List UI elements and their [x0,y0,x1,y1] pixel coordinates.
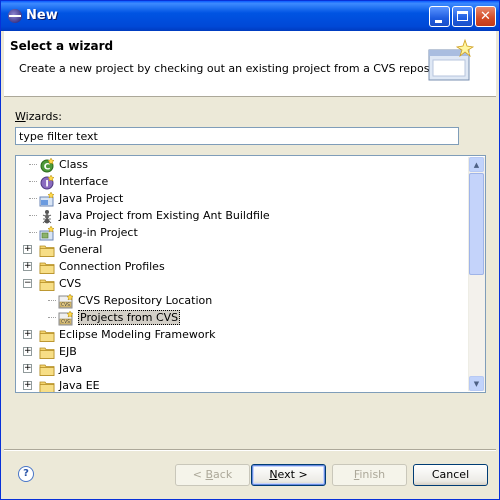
ant-icon [39,208,55,224]
expand-icon[interactable]: + [23,347,32,356]
tree-item[interactable]: Java Project [29,190,124,207]
scroll-up-button[interactable]: ▲ [469,157,484,172]
folder-icon [39,242,55,258]
maximize-button[interactable] [452,6,473,27]
expand-icon[interactable]: + [23,364,32,373]
tree-item-label: Plug-in Project [59,226,138,239]
filter-input[interactable] [15,127,459,145]
tree-item[interactable]: I Interface [29,173,109,190]
java-project-icon [39,190,55,207]
collapse-icon[interactable]: − [23,279,32,288]
tree-item[interactable]: + EJB [23,343,77,360]
scroll-down-button[interactable]: ▼ [469,376,484,391]
tree-item-label: Interface [59,175,109,188]
expand-icon[interactable]: + [23,262,32,271]
tree-item[interactable]: + Java EE [23,377,100,392]
tree-connector [29,198,37,199]
svg-text:I: I [45,179,48,189]
tree-item[interactable]: + Eclipse Modeling Framework [23,326,216,343]
tree-item-label: CVS Repository Location [78,294,213,307]
title-bar[interactable]: New ✕ [1,1,499,31]
minimize-button[interactable] [429,6,450,27]
tree-item[interactable]: + Java [23,360,83,377]
wizards-label: Wizards: [15,110,62,123]
folder-icon [39,378,55,392]
cvs-repository-icon: CVS [58,292,74,309]
tree-item-label: Projects from CVS [78,310,181,325]
cancel-button[interactable]: Cancel [413,464,488,486]
tree-item-label: Connection Profiles [59,260,165,273]
footer-divider [4,449,496,451]
next-button[interactable]: Next > [251,464,326,486]
folder-icon [39,344,55,360]
finish-button[interactable]: Finish [332,464,407,486]
tree-item-label: Java Project [59,192,124,205]
svg-text:C: C [44,162,51,172]
folder-icon [39,361,55,377]
svg-text:CVS: CVS [61,302,70,308]
maximize-icon [453,7,472,26]
chevron-up-icon: ▲ [473,160,480,169]
close-button[interactable]: ✕ [475,6,496,27]
tree-item[interactable]: Java Project from Existing Ant Buildfile [29,207,270,224]
new-wizard-banner-icon [428,38,475,81]
tree-item-label: Java EE [59,379,100,392]
tree-item[interactable]: − CVS [23,275,82,292]
tree-item-label: Java [59,362,83,375]
tree-item-label: Eclipse Modeling Framework [59,328,216,341]
folder-icon [39,327,55,343]
tree-connector [29,164,37,165]
tree-item[interactable]: CVS CVS Repository Location [48,292,213,309]
wizard-tree[interactable]: C Class I Interface Java Project Java Project… [15,155,486,393]
scrollbar-thumb[interactable] [469,173,484,275]
interface-icon: I [39,173,55,190]
window-title: New [26,8,58,23]
cvs-projects-icon: CVS [58,309,74,326]
tree-item[interactable]: Plug-in Project [29,224,138,241]
page-description: Create a new project by checking out an … [19,62,457,75]
eclipse-icon [8,9,22,23]
back-button[interactable]: < Back [175,464,250,486]
close-icon: ✕ [480,9,491,24]
expand-icon[interactable]: + [23,245,32,254]
tree-item[interactable]: + General [23,241,103,258]
tree-item[interactable]: CVS Projects from CVS [48,309,181,326]
tree-connector [29,215,37,216]
page-title: Select a wizard [10,39,114,53]
minimize-icon [430,7,449,26]
tree-item-label: General [59,243,103,256]
tree-connector [48,300,56,301]
expand-icon[interactable]: + [23,330,32,339]
folder-icon [39,276,55,292]
plugin-project-icon [39,224,55,241]
tree-connector [48,317,56,318]
tree-connector [29,232,37,233]
tree-item-label: EJB [59,345,77,358]
help-icon[interactable]: ? [18,466,34,482]
tree-item[interactable]: + Connection Profiles [23,258,165,275]
folder-icon [39,259,55,275]
class-icon: C [39,156,55,173]
tree-item-label: CVS [59,277,82,290]
wizard-header: Select a wizard Create a new project by … [4,31,496,97]
tree-item-label: Java Project from Existing Ant Buildfile [59,209,270,222]
new-wizard-dialog: New ✕ Select a wizard Create a new proje… [0,0,500,500]
chevron-down-icon: ▼ [473,379,480,388]
tree-item-label: Class [59,158,88,171]
expand-icon[interactable]: + [23,381,32,390]
svg-text:CVS: CVS [61,319,70,325]
tree-connector [29,181,37,182]
tree-item[interactable]: C Class [29,156,88,173]
